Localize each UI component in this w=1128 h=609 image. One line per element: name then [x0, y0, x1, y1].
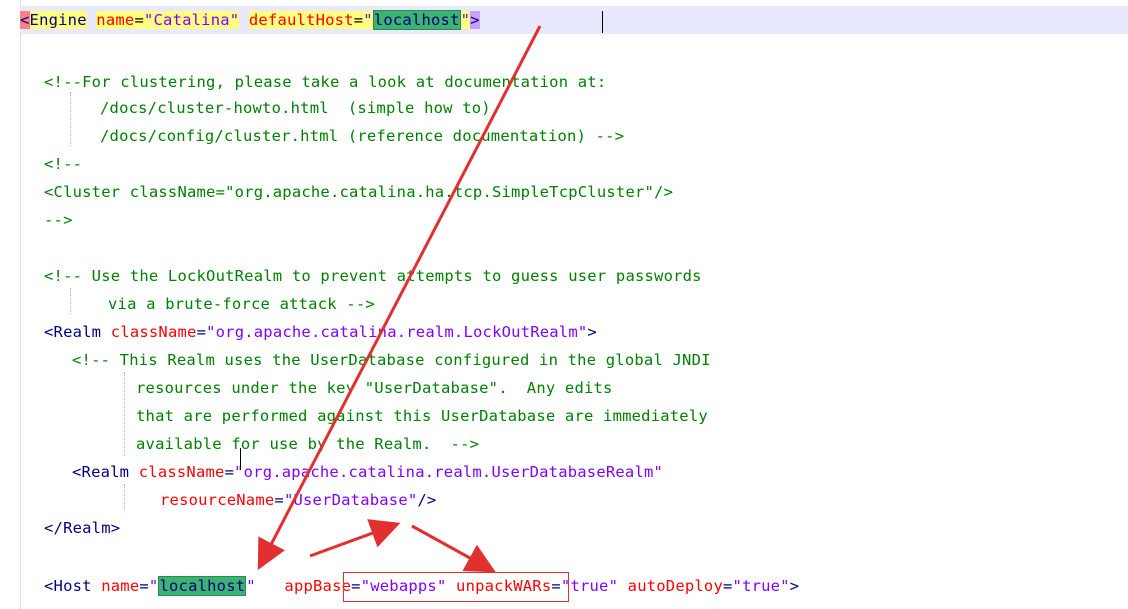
indent-guide — [124, 372, 125, 456]
code-line-comment-howto[interactable]: /docs/cluster-howto.html (simple how to) — [100, 96, 491, 120]
code-line-comment-userdatabase[interactable]: <!-- This Realm uses the UserDatabase co… — [72, 348, 711, 372]
host-name-value: localhost — [158, 576, 247, 596]
equals-sign: = — [274, 491, 284, 509]
code-line-engine[interactable]: <Engine name="Catalina" defaultHost="loc… — [20, 8, 480, 32]
host-tag: Host — [53, 577, 92, 595]
code-line-comment-lockout[interactable]: <!-- Use the LockOutRealm to prevent att… — [44, 264, 702, 288]
engine-name-value: "Catalina" — [143, 11, 240, 29]
code-editor[interactable]: <Engine name="Catalina" defaultHost="loc… — [0, 0, 1128, 609]
realm-tag: Realm — [81, 463, 130, 481]
indent-guide — [70, 92, 71, 146]
code-line-comment-close[interactable]: --> — [44, 208, 73, 232]
equals-sign: = — [196, 323, 207, 341]
resourcename-attr: resourceName — [160, 491, 275, 509]
indent-guide — [124, 484, 125, 510]
text-cursor — [602, 11, 603, 33]
realm-tag: Realm — [53, 323, 102, 341]
code-line-cluster[interactable]: <Cluster className="org.apache.catalina.… — [44, 180, 673, 204]
realm-close-bracket: > — [587, 323, 597, 341]
code-line-realm-close[interactable]: </Realm> — [44, 516, 120, 540]
host-quote-close: " — [246, 577, 256, 595]
self-close-bracket: /> — [417, 491, 437, 509]
code-line-comment-bruteforce[interactable]: via a brute-force attack --> — [108, 292, 375, 316]
realm-classname-value: "org.apache.catalina.realm.LockOutRealm" — [206, 323, 588, 341]
engine-quote-open: " — [363, 11, 373, 29]
host-open-bracket: < — [44, 577, 54, 595]
realm-open-bracket: < — [72, 463, 82, 481]
realm-open-bracket: < — [44, 323, 54, 341]
host-appbase-attr: appBase — [284, 577, 352, 595]
realm-classname-value: "org.apache.catalina.realm.UserDatabaseR… — [234, 463, 664, 481]
engine-name-attr: name — [96, 11, 135, 29]
code-line-comment-resources[interactable]: resources under the key "UserDatabase". … — [136, 376, 613, 400]
code-line-comment-clustering[interactable]: <!--For clustering, please take a look a… — [44, 70, 606, 94]
code-line-comment-available[interactable]: available for use by the Realm. --> — [136, 432, 479, 456]
equals-sign: = — [224, 463, 235, 481]
host-autodeploy-attr: autoDeploy — [627, 577, 723, 595]
resourcename-value: "UserDatabase" — [283, 491, 418, 509]
engine-quote-close: " — [460, 11, 471, 29]
appbase-annotation-box — [343, 572, 569, 602]
code-line-comment-performed[interactable]: that are performed against this UserData… — [136, 404, 708, 428]
realm-classname-attr: className — [138, 463, 225, 481]
engine-defaulthost-attr: defaultHost — [248, 11, 354, 29]
engine-close-bracket: > — [470, 11, 480, 29]
arrow-to-webapps — [411, 524, 496, 573]
arrow-to-resourcename — [309, 519, 401, 558]
engine-defaulthost-value: localhost — [372, 10, 461, 30]
code-line-comment-reference[interactable]: /docs/config/cluster.html (reference doc… — [100, 124, 624, 148]
engine-open-bracket: < — [20, 11, 30, 29]
code-line-resourcename[interactable]: resourceName="UserDatabase"/> — [160, 488, 436, 512]
fold-margin — [20, 0, 21, 609]
host-unpackwars-value: "true" — [560, 577, 619, 595]
code-line-comment-open[interactable]: <!-- — [44, 152, 82, 176]
host-close-bracket: > — [789, 577, 800, 595]
host-autodeploy-value: "true" — [732, 577, 790, 595]
host-name-attr: name — [101, 577, 140, 595]
engine-tag: Engine — [29, 11, 87, 29]
code-line-realm-lockout[interactable]: <Realm className="org.apache.catalina.re… — [44, 320, 597, 344]
mouse-ibeam — [240, 448, 241, 470]
indent-guide — [70, 288, 71, 314]
realm-classname-attr: className — [110, 323, 197, 341]
code-line-realm-userdatabase[interactable]: <Realm className="org.apache.catalina.re… — [72, 460, 663, 484]
